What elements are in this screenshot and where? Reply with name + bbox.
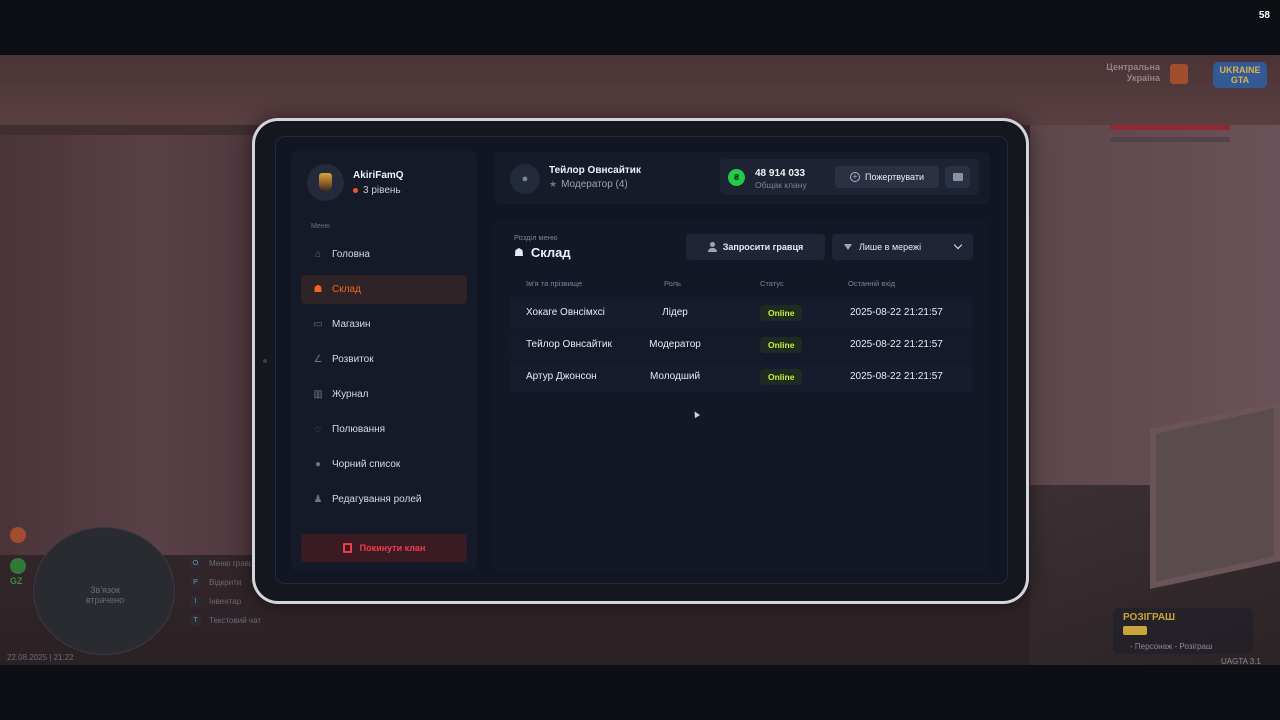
tablet-camera <box>263 359 267 363</box>
tablet-device: AkiriFamQ 3 рівень Меню ⌂ Головна ☗ Скла… <box>252 118 1029 604</box>
people-icon: ☗ <box>313 283 323 295</box>
gz-indicator-icon <box>10 558 26 574</box>
keybind-row: T Текстовий чат <box>190 611 261 630</box>
status-badge: Online <box>760 336 803 353</box>
zone-indicator-icon <box>10 527 26 543</box>
health-bar <box>1110 125 1230 130</box>
sidebar-item-home[interactable]: ⌂ Головна <box>301 240 467 269</box>
level-dot-icon <box>353 187 358 193</box>
sidebar-item-development[interactable]: ∠ Розвиток <box>301 345 467 374</box>
raffle-title: РОЗІГРАШ <box>1123 612 1176 623</box>
filter-icon <box>844 244 852 250</box>
profile-level: 3 рівень <box>353 185 404 196</box>
member-status: Online <box>760 361 810 392</box>
clan-avatar <box>307 164 344 201</box>
sidebar-item-role-editing[interactable]: ♟ Редагування ролей <box>301 485 467 514</box>
minimap-status: Зв'язок втрачено <box>85 585 125 605</box>
member-role: Молодший <box>649 370 701 382</box>
members-table: Хокаге Овнсімхсі Лідер Online 2025-08-22… <box>510 297 972 393</box>
home-icon: ⌂ <box>314 248 322 260</box>
column-last-login: Останній вхід <box>848 279 896 288</box>
member-name: Тейлор Овнсайтик <box>526 338 612 350</box>
member-role: Лідер <box>662 306 688 318</box>
sidebar-item-journal[interactable]: ▥ Журнал <box>301 380 467 409</box>
book-icon: ▥ <box>313 388 323 400</box>
online-filter-select[interactable]: Лише в мережі <box>832 234 973 260</box>
hud-datetime: 22.08.2025 | 21:22 <box>7 653 74 662</box>
column-name: Ім'я та прізвище <box>526 279 583 288</box>
status-badge: Online <box>760 304 803 321</box>
invite-player-button[interactable]: Запросити гравця <box>686 234 825 260</box>
profile-name: AkiriFamQ <box>353 169 404 181</box>
chevron-down-icon <box>953 240 963 250</box>
wallet-button[interactable] <box>945 166 970 188</box>
coin-icon: ₴ <box>728 169 745 186</box>
add-user-icon <box>707 242 717 252</box>
menu-caption: Меню <box>311 223 330 230</box>
user-name: Тейлор Овнсайтик <box>549 165 641 176</box>
member-status: Online <box>760 297 810 328</box>
block-icon: ● <box>314 458 322 470</box>
clan-treasury: ₴ 48 914 033 Общак клану + Пожертвувати <box>720 159 979 195</box>
status-badge: Online <box>760 368 803 385</box>
keybind-hints: O Меню гравця P Відкрити I Інвентар T Тексто… <box>190 554 261 630</box>
fps-counter: 58 <box>1258 10 1270 21</box>
member-last-login: 2025-08-22 21:21:57 <box>850 370 943 382</box>
member-last-login: 2025-08-22 21:21:57 <box>850 338 943 350</box>
sidebar-item-hunting[interactable]: ◌ Полювання <box>301 415 467 444</box>
plus-icon: + <box>849 172 860 182</box>
exit-icon <box>342 543 352 553</box>
member-status: Online <box>760 329 810 360</box>
user-edit-icon: ♟ <box>313 493 323 505</box>
user-header: ● Тейлор Овнсайтик ★ Модератор (4) ₴ 48 … <box>494 152 990 204</box>
sidebar-item-shop[interactable]: ▭ Магазин <box>301 310 467 339</box>
keybind-row: O Меню гравця <box>190 554 261 573</box>
star-icon: ★ <box>549 179 558 189</box>
keybind-row: I Інвентар <box>190 592 261 611</box>
treasury-value: 48 914 033 <box>755 168 806 179</box>
page-title: ☗ Склад <box>514 245 571 260</box>
leave-clan-button[interactable]: Покинути клан <box>301 534 467 562</box>
sidebar: AkiriFamQ 3 рівень Меню ⌂ Головна ☗ Скла… <box>291 151 477 571</box>
user-avatar-icon: ● <box>510 164 540 194</box>
member-name: Артур Джонсон <box>526 370 597 382</box>
chart-icon: ∠ <box>313 353 323 365</box>
profile-block: AkiriFamQ 3 рівень <box>307 164 404 201</box>
table-header: Ім'я та прізвище Роль Статус Останній вх… <box>510 279 972 293</box>
armor-bar <box>1110 137 1230 142</box>
user-role: ★ Модератор (4) <box>549 179 628 190</box>
sidebar-item-roster[interactable]: ☗ Склад <box>301 275 467 304</box>
table-row[interactable]: Хокаге Овнсімхсі Лідер Online 2025-08-22… <box>510 297 972 328</box>
table-row[interactable]: Тейлор Овнсайтик Модератор Online 2025-0… <box>510 329 972 360</box>
region-badge-icon <box>1170 64 1188 84</box>
member-last-login: 2025-08-22 21:21:57 <box>850 306 943 318</box>
member-role: Модератор <box>649 338 701 350</box>
section-caption: Розділ меню <box>514 233 558 242</box>
server-logo: UKRAINE GTA <box>1213 62 1267 88</box>
wallet-icon <box>952 173 963 181</box>
target-icon: ◌ <box>315 423 321 435</box>
roster-panel: Розділ меню ☗ Склад Запросити гравця Лиш… <box>494 219 990 571</box>
treasury-caption: Общак клану <box>755 180 807 190</box>
sidebar-item-blacklist[interactable]: ● Чорний список <box>301 450 467 479</box>
table-row[interactable]: Артур Джонсон Молодший Online 2025-08-22… <box>510 361 972 392</box>
donate-button[interactable]: + Пожертвувати <box>835 166 939 188</box>
tablet-screen: AkiriFamQ 3 рівень Меню ⌂ Головна ☗ Скла… <box>275 136 1008 584</box>
sidebar-menu: ⌂ Головна ☗ Склад ▭ Магазин ∠ Розвиток ▥… <box>301 240 467 520</box>
column-status: Статус <box>760 279 784 288</box>
member-name: Хокаге Овнсімхсі <box>526 306 605 318</box>
column-role: Роль <box>664 279 681 288</box>
people-icon: ☗ <box>514 247 524 259</box>
gz-label: GZ <box>10 576 23 586</box>
letterbox-top <box>0 0 1280 55</box>
raffle-subtitle: - Персонаж - Розіграш <box>1130 642 1213 651</box>
hud-region-label: Центральна Україна <box>1106 62 1160 83</box>
raffle-chip <box>1123 626 1147 635</box>
basket-icon: ▭ <box>313 318 323 330</box>
letterbox-bottom <box>0 665 1280 720</box>
keybind-row: P Відкрити <box>190 573 261 592</box>
